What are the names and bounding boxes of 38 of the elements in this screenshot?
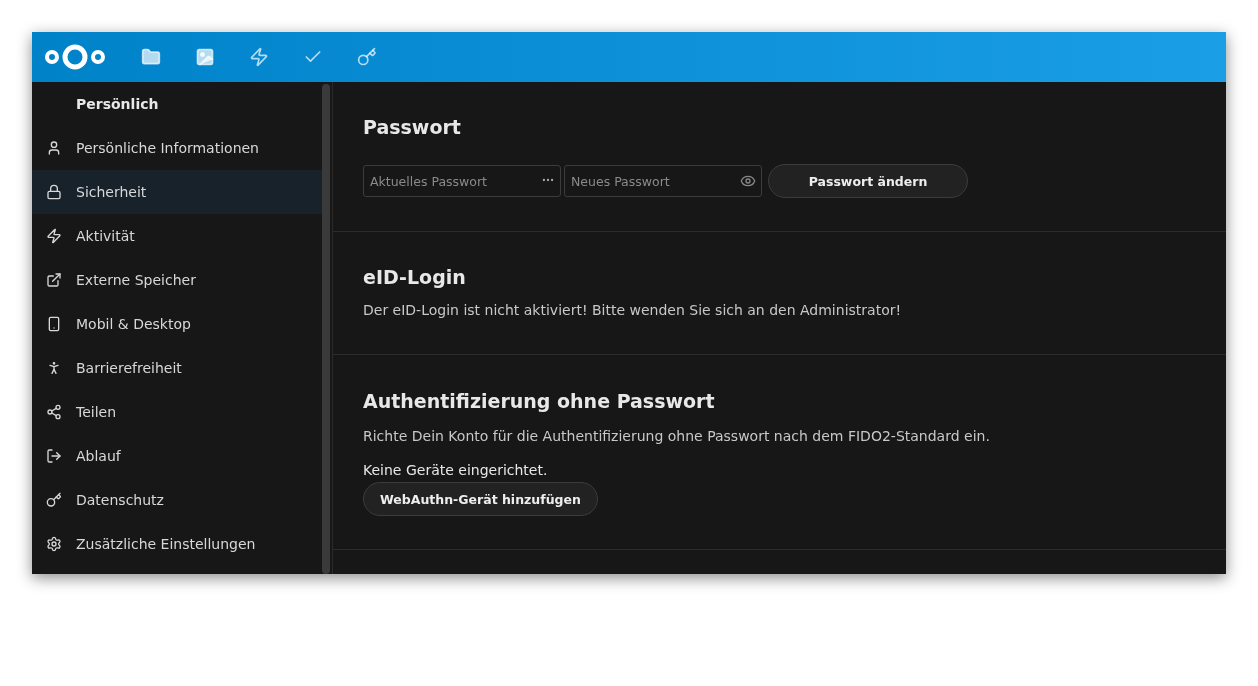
lightning-icon — [46, 228, 62, 244]
section-title: eID-Login — [363, 266, 467, 288]
password-field[interactable]: Aktuelles Passwort — [363, 165, 561, 197]
password-field[interactable]: Neues Passwort — [564, 165, 762, 197]
exit-icon — [46, 448, 62, 464]
accessibility-icon — [46, 360, 62, 376]
section-title: Authentifizierung ohne Passwort — [363, 390, 716, 412]
lock-icon — [46, 184, 62, 200]
sidebar-item[interactable]: Sicherheit — [32, 170, 322, 214]
lightning-icon — [249, 47, 269, 67]
sidebar-item[interactable]: Ablauf — [32, 434, 322, 478]
sidebar-item[interactable]: Datenschutz — [32, 478, 322, 522]
sidebar-item[interactable]: Aktivität — [32, 214, 322, 258]
status-text: Keine Geräte eingerichtet. — [363, 462, 549, 478]
sidebar-item[interactable]: Zusätzliche Einstellungen — [32, 522, 322, 566]
eye-icon — [740, 173, 756, 189]
description-text: Richte Dein Konto für die Authentifizierung ohne Passwort nach dem FIDO2-Standard ein. — [363, 428, 991, 444]
add-device-button[interactable]: WebAuthn-Gerät hinzufügen — [363, 482, 598, 516]
person-icon — [46, 140, 62, 156]
external-link-icon — [46, 272, 62, 288]
section-heading: Persönlich — [75, 95, 160, 114]
folder-icon — [141, 47, 161, 67]
gear-icon — [46, 536, 62, 552]
image-icon — [195, 47, 215, 67]
section-title: Passwort — [363, 116, 462, 138]
smartphone-icon — [46, 316, 62, 332]
key-icon — [357, 47, 377, 67]
logo-icon — [44, 43, 106, 71]
sidebar-item[interactable]: Barrierefreiheit — [32, 346, 322, 390]
sidebar-item[interactable]: Mobil & Desktop — [32, 302, 322, 346]
share-icon — [46, 404, 62, 420]
sidebar-item[interactable]: Persönliche Informationen — [32, 126, 322, 170]
change-password-button[interactable]: Passwort ändern — [768, 164, 968, 198]
sidebar-item[interactable]: Teilen — [32, 390, 322, 434]
notice-text: Der eID-Login ist nicht aktiviert! Bitte wenden Sie sich an den Administrator! — [363, 302, 903, 318]
sidebar-item[interactable]: Externe Speicher — [32, 258, 322, 302]
key-icon — [46, 492, 62, 508]
scrollbar[interactable] — [322, 84, 330, 574]
